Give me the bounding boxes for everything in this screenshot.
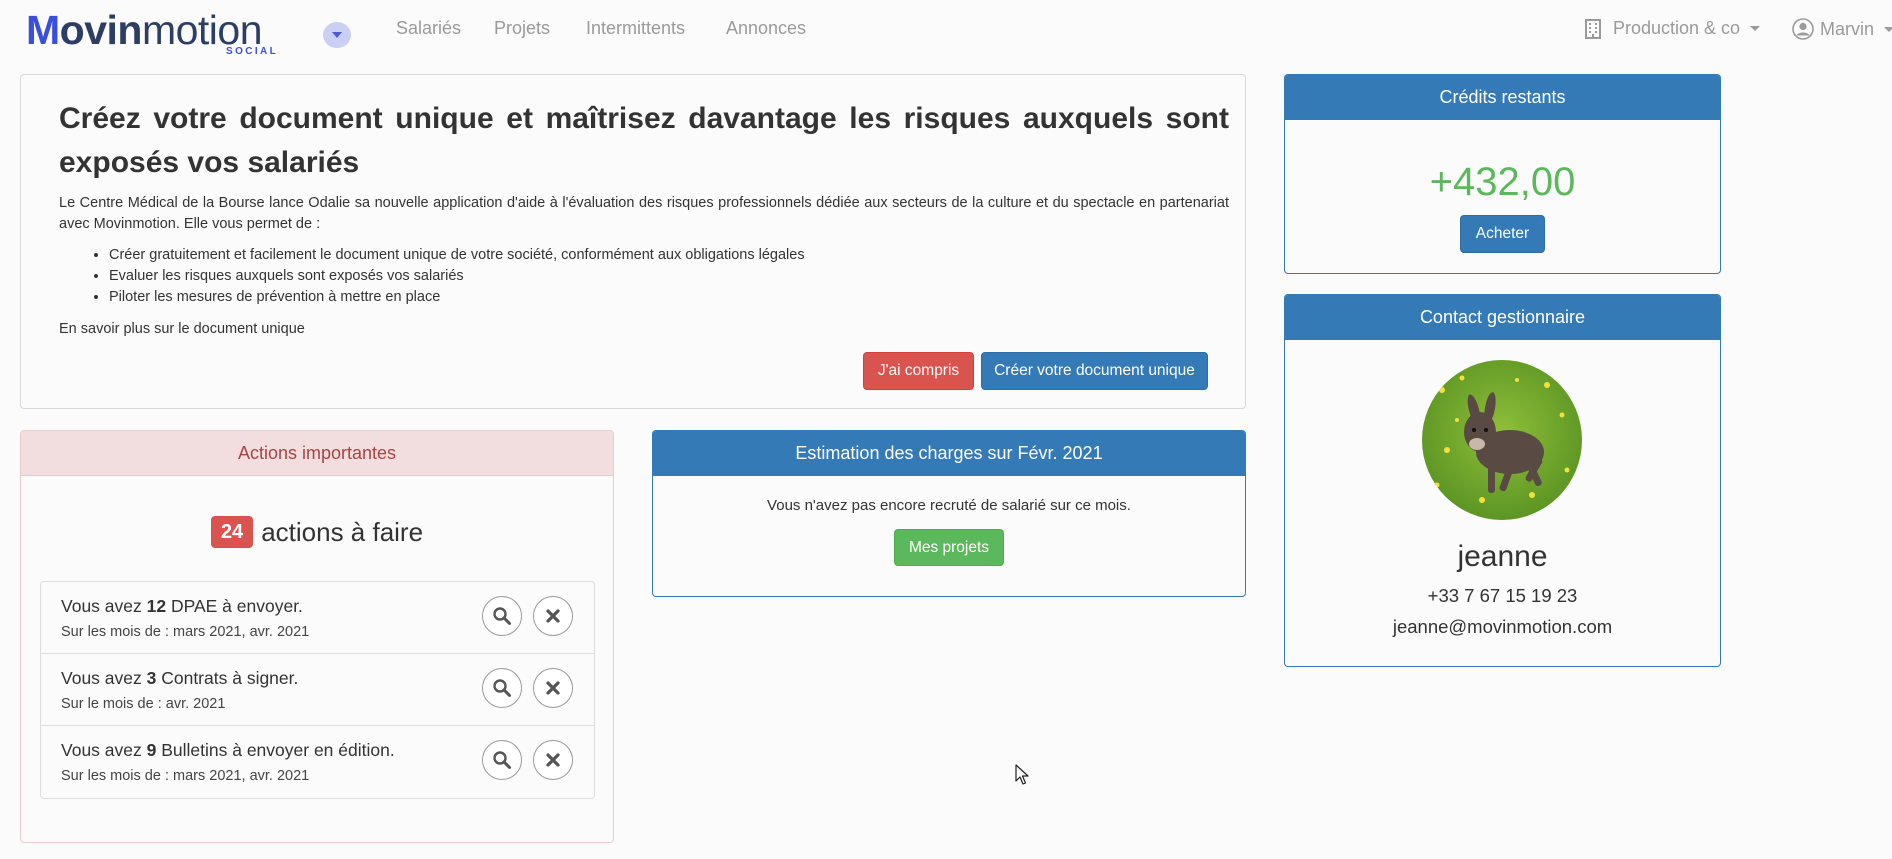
buy-credits-button[interactable]: Acheter: [1460, 215, 1545, 253]
contact-panel: Contact gestionnaire jeanne +33 7 67 15 …: [1284, 294, 1721, 667]
contact-phone[interactable]: +33 7 67 15 19 23: [1285, 585, 1720, 607]
action-text: Vous avez 9 Bulletins à envoyer en éditi…: [61, 740, 395, 761]
search-icon: [493, 679, 511, 697]
action-number: 9: [146, 740, 157, 760]
logo-m: M: [26, 7, 60, 53]
mouse-cursor-icon: [1015, 764, 1029, 785]
view-action-button[interactable]: [482, 596, 522, 636]
caret-down-icon: [1884, 26, 1892, 32]
contact-email[interactable]: jeanne@movinmotion.com: [1285, 616, 1720, 638]
movinmotion-logo[interactable]: Movinmotion SOCIAL: [26, 6, 286, 57]
view-action-button[interactable]: [482, 668, 522, 708]
create-document-button[interactable]: Créer votre document unique: [981, 352, 1208, 390]
my-projects-button[interactable]: Mes projets: [894, 529, 1004, 566]
chevron-down-icon: [332, 32, 342, 38]
user-name: Marvin: [1820, 18, 1875, 39]
dismiss-button[interactable]: J'ai compris: [863, 352, 974, 390]
view-action-button[interactable]: [482, 740, 522, 780]
list-item: Vous avez 9 Bulletins à envoyer en éditi…: [41, 726, 594, 798]
action-months: Sur les mois de : mars 2021, avr. 2021: [61, 624, 310, 640]
user-dropdown[interactable]: Marvin: [1792, 18, 1892, 40]
dismiss-action-button[interactable]: [533, 740, 573, 780]
list-item: Piloter les mesures de prévention à mett…: [109, 287, 805, 308]
search-icon: [493, 607, 511, 625]
list-item: Vous avez 3 Contrats à signer. Sur le mo…: [41, 654, 594, 726]
nav-link-salaries[interactable]: Salariés: [396, 18, 461, 39]
action-suffix: Bulletins à envoyer en édition.: [156, 740, 395, 760]
close-icon: [546, 609, 560, 623]
actions-panel: Actions importantes 24 actions à faire V…: [20, 430, 614, 843]
action-prefix: Vous avez: [61, 740, 147, 760]
credits-panel-title: Crédits restants: [1285, 75, 1720, 120]
action-prefix: Vous avez: [61, 668, 147, 688]
action-months: Sur les mois de : mars 2021, avr. 2021: [61, 768, 310, 784]
document-unique-panel: Créez votre document unique et maîtrisez…: [20, 74, 1246, 409]
close-icon: [546, 681, 560, 695]
building-icon: [1585, 18, 1601, 39]
due-intro-text: Le Centre Médical de la Bourse lance Oda…: [59, 195, 1229, 232]
close-icon: [546, 753, 560, 767]
list-item: Créer gratuitement et facilement le docu…: [109, 245, 805, 266]
company-dropdown[interactable]: Production & co: [1585, 18, 1761, 39]
action-number: 3: [146, 668, 157, 688]
nav-link-annonces[interactable]: Annonces: [726, 18, 806, 39]
action-number: 12: [146, 596, 167, 616]
contact-panel-title: Contact gestionnaire: [1285, 295, 1720, 340]
actions-count: 24 actions à faire: [21, 516, 613, 548]
page-title: Créez votre document unique et maîtrisez…: [59, 102, 1229, 179]
avatar: [1422, 360, 1582, 520]
user-icon: [1792, 18, 1814, 40]
dismiss-action-button[interactable]: [533, 596, 573, 636]
action-text: Vous avez 3 Contrats à signer.: [61, 668, 298, 689]
search-icon: [493, 751, 511, 769]
top-navbar: Movinmotion SOCIAL Salariés Projets Inte…: [0, 0, 1892, 62]
action-text: Vous avez 12 DPAE à envoyer.: [61, 596, 303, 617]
action-months: Sur le mois de : avr. 2021: [61, 696, 226, 712]
due-benefits-list: Créer gratuitement et facilement le docu…: [59, 245, 805, 308]
nav-dropdown-toggle[interactable]: [323, 22, 351, 48]
action-list: Vous avez 12 DPAE à envoyer. Sur les moi…: [40, 581, 595, 799]
donkey-photo: [1422, 360, 1582, 520]
estimation-message: Vous n'avez pas encore recruté de salari…: [767, 497, 1131, 514]
actions-count-badge: 24: [210, 516, 254, 548]
credits-value: +432,00: [1429, 160, 1576, 204]
dismiss-action-button[interactable]: [533, 668, 573, 708]
caret-down-icon: [1750, 26, 1761, 31]
actions-panel-title: Actions importantes: [21, 431, 613, 476]
estimation-panel: Estimation des charges sur Févr. 2021 Vo…: [652, 430, 1246, 597]
estimation-panel-title: Estimation des charges sur Févr. 2021: [653, 431, 1245, 476]
company-name: Production & co: [1613, 18, 1741, 38]
action-suffix: DPAE à envoyer.: [166, 596, 303, 616]
contact-name: jeanne: [1457, 540, 1548, 573]
nav-link-intermittents[interactable]: Intermittents: [586, 18, 685, 39]
action-suffix: Contrats à signer.: [156, 668, 299, 688]
action-prefix: Vous avez: [61, 596, 147, 616]
list-item: Evaluer les risques auxquels sont exposé…: [109, 266, 805, 287]
nav-link-projets[interactable]: Projets: [494, 18, 550, 39]
actions-count-label: actions à faire: [261, 516, 424, 547]
learn-more-link[interactable]: En savoir plus sur le document unique: [59, 321, 305, 337]
logo-sub: SOCIAL: [226, 46, 279, 57]
logo-strong-part: ovin: [59, 7, 143, 53]
credits-panel: Crédits restants +432,00 Acheter: [1284, 74, 1721, 274]
list-item: Vous avez 12 DPAE à envoyer. Sur les moi…: [41, 582, 594, 654]
